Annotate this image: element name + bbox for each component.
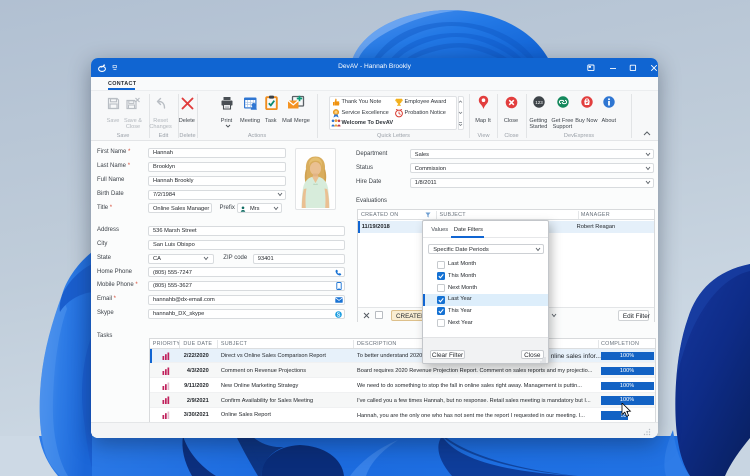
- svg-text:123: 123: [535, 100, 543, 105]
